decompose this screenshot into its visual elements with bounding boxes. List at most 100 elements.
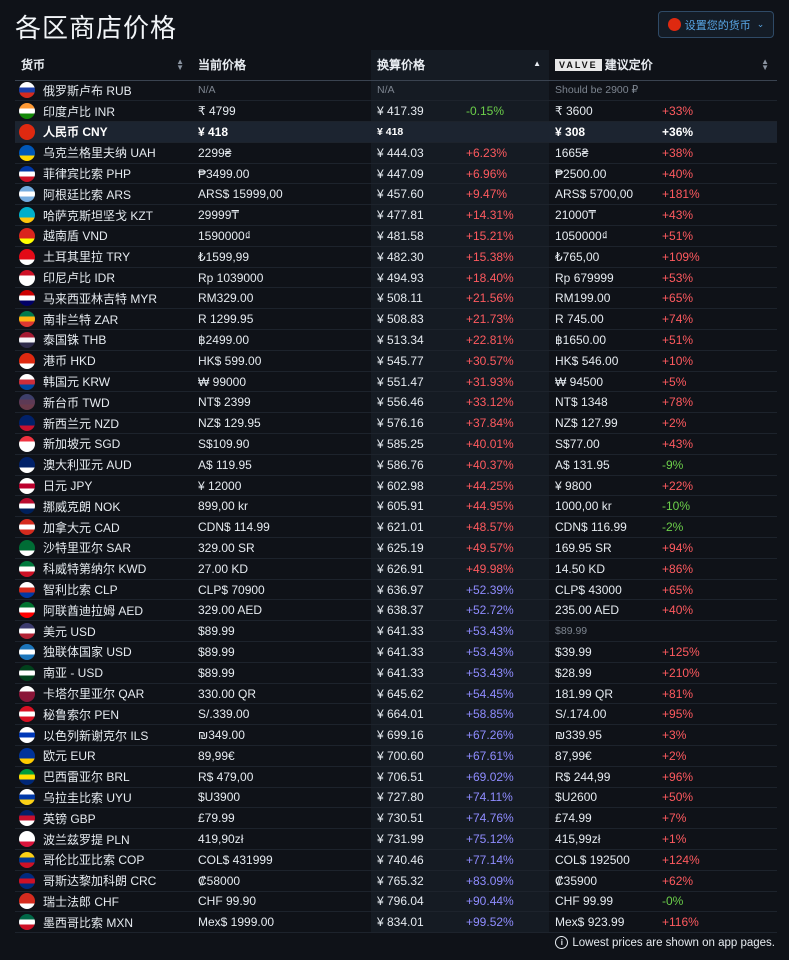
msrp-diff-cell: -2% — [656, 516, 778, 539]
sort-icon: ▲ ▼ — [176, 57, 184, 72]
table-row: 阿联酋迪拉姆 AED 329.00 AED ¥ 638.37 +52.72% 235.0… — [15, 599, 778, 622]
msrp-diff-cell: +53% — [656, 267, 778, 289]
flag-icon — [19, 435, 35, 452]
table-row: 瑞士法郎 CHF CHF 99.90 ¥ 796.04 +90.44% CHF 99.9… — [15, 891, 778, 913]
msrp-cell: $39.99 — [549, 641, 657, 663]
msrp-cell: A$ 131.95 — [549, 454, 657, 476]
converted-diff-cell: +67.61% — [460, 745, 550, 767]
converted-price-cell: ¥ 699.16 — [371, 724, 460, 746]
table-row: 菲律宾比索 PHP ₱3499.00 ¥ 447.09 +6.96% ₱2500.00 +… — [15, 163, 778, 185]
msrp-diff-cell: +36% — [656, 121, 778, 143]
msrp-cell: ¥ 308 — [549, 121, 657, 143]
table-row: 卡塔尔里亚尔 QAR 330.00 QR ¥ 645.62 +54.45% 181.99… — [15, 683, 778, 705]
currency-cell: 菲律宾比索 PHP — [15, 163, 192, 185]
current-price-cell: CHF 99.90 — [192, 891, 371, 913]
footer-text: Lowest prices are shown on app pages. — [572, 936, 775, 949]
converted-price-cell: ¥ 834.01 — [371, 911, 460, 934]
table-row: 新加坡元 SGD S$109.90 ¥ 585.25 +40.01% S$77.00 +4… — [15, 433, 778, 455]
msrp-cell: COL$ 192500 — [549, 849, 657, 871]
currency-name: 欧元 EUR — [43, 749, 96, 764]
converted-price-cell: ¥ 586.76 — [371, 454, 460, 476]
converted-diff-cell: +40.01% — [460, 433, 550, 455]
currency-name: 日元 JPY — [43, 479, 93, 494]
flag-icon — [19, 477, 35, 494]
msrp-header[interactable]: VALVE 建议定价 ▲ ▼ — [549, 50, 778, 81]
currency-cell: 泰国铢 THB — [15, 329, 192, 351]
flag-icon — [19, 893, 35, 910]
converted-diff-cell: +15.21% — [460, 225, 550, 247]
set-currency-button[interactable]: 设置您的货币 ⌄ — [658, 11, 774, 38]
flag-icon — [19, 872, 35, 889]
converted-price-cell: ¥ 508.83 — [371, 308, 460, 331]
table-row: 越南盾 VND 1590000₫ ¥ 481.58 +15.21% 1050000₫ +5… — [15, 225, 778, 247]
currency-name: 挪威克朗 NOK — [43, 499, 121, 514]
msrp-cell: RM199.00 — [549, 287, 657, 310]
currency-cell: 乌拉圭比索 UYU — [15, 787, 192, 809]
converted-price-cell: ¥ 556.46 — [371, 391, 460, 414]
converted-price-cell: ¥ 641.33 — [371, 641, 460, 663]
converted-diff-cell: +6.23% — [460, 142, 550, 164]
sort-icon: ▲ ▼ — [761, 57, 770, 72]
currency-cell: 越南盾 VND — [15, 225, 192, 247]
current-price-cell: N/A — [192, 80, 371, 102]
flag-icon — [19, 685, 35, 702]
table-row: 加拿大元 CAD CDN$ 114.99 ¥ 621.01 +48.57% CDN$ 1… — [15, 516, 778, 539]
msrp-diff-cell: +210% — [656, 662, 778, 684]
msrp-diff-cell: +1% — [656, 828, 778, 850]
currency-name: 新西兰元 NZD — [43, 416, 119, 431]
msrp-diff-cell — [656, 80, 778, 102]
converted-price-cell: ¥ 605.91 — [371, 495, 460, 518]
current-price-cell: A$ 119.95 — [192, 454, 371, 476]
converted-diff-cell: +53.43% — [460, 662, 550, 684]
table-row: 美元 USD $89.99 ¥ 641.33 +53.43% $89.99 — [15, 620, 778, 643]
converted-price-header[interactable]: 换算价格 ▲ — [371, 50, 550, 81]
table-row: 智利比索 CLP CLP$ 70900 ¥ 636.97 +52.39% CLP$ 43… — [15, 579, 778, 601]
msrp-cell: 1050000₫ — [549, 225, 657, 247]
currency-name: 马来西亚林吉特 MYR — [43, 291, 158, 306]
current-price-cell: 899,00 kr — [192, 495, 371, 518]
currency-name: 俄罗斯卢布 RUB — [43, 83, 132, 98]
converted-diff-cell: +21.73% — [460, 308, 550, 331]
converted-price-cell: ¥ 796.04 — [371, 891, 460, 913]
currency-name: 泰国铢 THB — [43, 333, 107, 348]
converted-diff-cell: +18.40% — [460, 267, 550, 289]
current-price-cell: NT$ 2399 — [192, 391, 371, 414]
msrp-diff-cell: +2% — [656, 745, 778, 767]
converted-diff-cell: +9.47% — [460, 183, 550, 206]
currency-header[interactable]: 货币 ▲ ▼ — [15, 50, 192, 81]
currency-name: 卡塔尔里亚尔 QAR — [43, 687, 145, 701]
msrp-diff-cell: +40% — [656, 163, 778, 185]
currency-cell: 马来西亚林吉特 MYR — [15, 287, 192, 310]
current-price-cell: RM329.00 — [192, 287, 371, 310]
current-price-cell: COL$ 431999 — [192, 849, 371, 871]
msrp-header-label: 建议定价 — [604, 58, 653, 73]
flag-icon — [19, 810, 35, 827]
current-price-cell: R 1299.95 — [192, 308, 371, 331]
converted-diff-cell: +74.76% — [460, 807, 550, 830]
converted-price-cell: ¥ 447.09 — [371, 163, 460, 185]
msrp-diff-cell: +51% — [656, 225, 778, 247]
msrp-diff-cell: +2% — [656, 412, 778, 435]
converted-price-cell: ¥ 641.33 — [371, 662, 460, 684]
flag-icon — [19, 623, 35, 640]
set-currency-label: 设置您的货币 — [684, 19, 751, 32]
msrp-diff-cell: +125% — [656, 641, 778, 663]
table-row: 港币 HKD HK$ 599.00 ¥ 545.77 +30.57% HK$ 546.0… — [15, 350, 778, 372]
msrp-diff-cell: +81% — [656, 683, 778, 705]
converted-price-cell: ¥ 508.11 — [371, 287, 460, 310]
currency-cell: 秘鲁索尔 PEN — [15, 703, 192, 726]
currency-name: 智利比索 CLP — [43, 583, 118, 598]
current-price-cell: ₡58000 — [192, 870, 371, 892]
current-price-header[interactable]: 当前价格 — [192, 50, 371, 81]
msrp-cell: R 745.00 — [549, 308, 657, 331]
sort-asc-icon: ▲ — [533, 59, 542, 68]
msrp-cell: CDN$ 116.99 — [549, 516, 657, 539]
msrp-cell: £74.99 — [549, 807, 657, 830]
currency-cell: 挪威克朗 NOK — [15, 495, 192, 518]
table-row: 南亚 - USD $89.99 ¥ 641.33 +53.43% $28.99 +210% — [15, 662, 778, 684]
converted-price-cell: ¥ 545.77 — [371, 350, 460, 372]
msrp-cell: CLP$ 43000 — [549, 579, 657, 601]
currency-cell: 智利比索 CLP — [15, 579, 192, 601]
table-row: 新台币 TWD NT$ 2399 ¥ 556.46 +33.12% NT$ 1348 +7… — [15, 391, 778, 414]
converted-price-cell: ¥ 551.47 — [371, 371, 460, 393]
